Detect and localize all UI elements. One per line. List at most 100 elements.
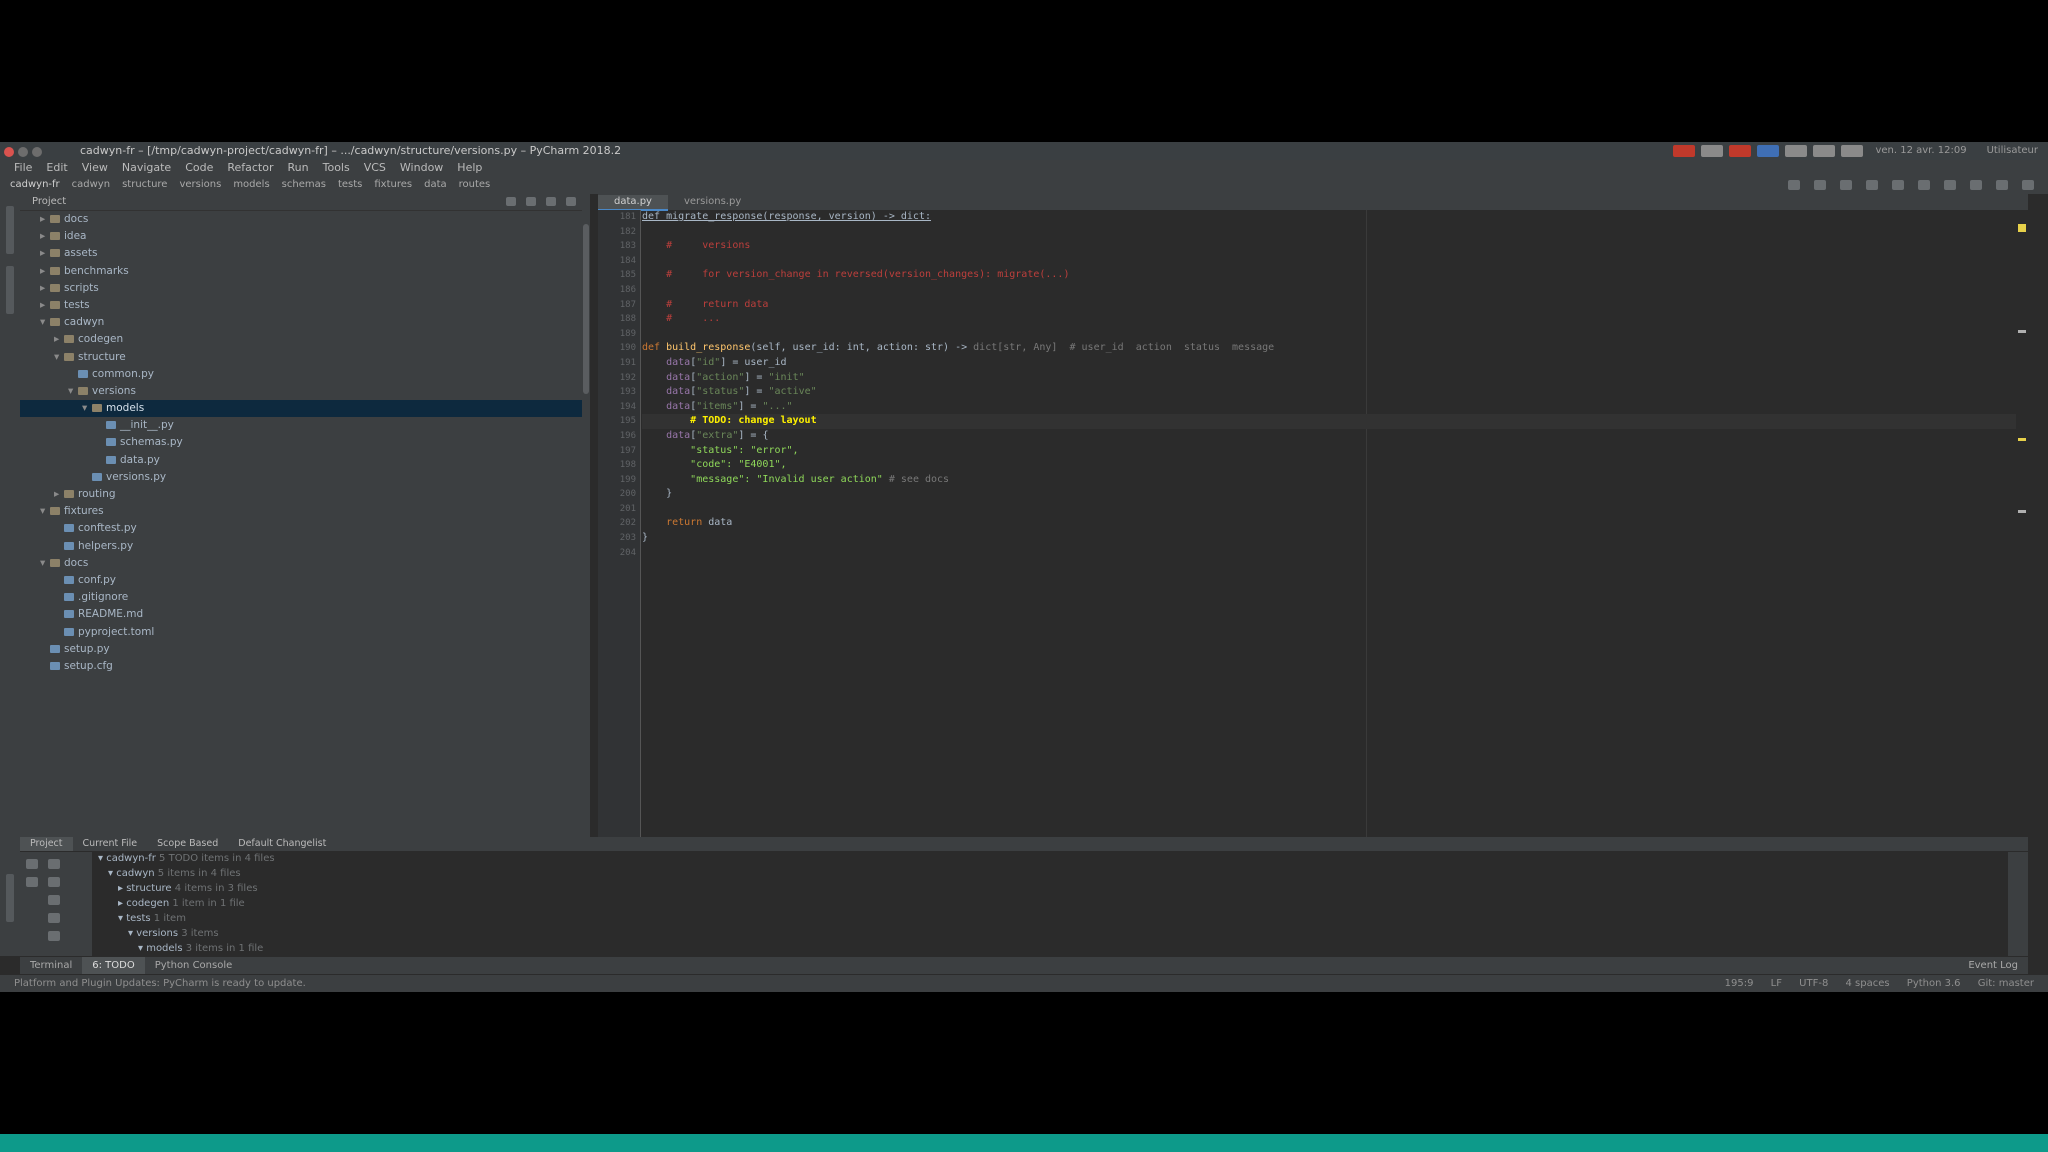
menu-refactor[interactable]: Refactor [227, 161, 273, 174]
tree-item[interactable]: common.py [20, 366, 590, 383]
code-line[interactable]: 200 } [620, 487, 2022, 502]
code-line[interactable]: 198 "code": "E4001", [620, 458, 2022, 473]
editor-tab[interactable]: data.py [598, 195, 668, 211]
preview-icon[interactable] [48, 931, 60, 941]
expand-arrow-icon[interactable]: ▸ [40, 297, 50, 314]
menu-code[interactable]: Code [185, 161, 213, 174]
next-icon[interactable] [48, 877, 60, 887]
code-line[interactable]: 181 def migrate_response(response, versio… [620, 210, 2022, 225]
expand-arrow-icon[interactable]: ▾ [82, 400, 92, 417]
error-stripe[interactable] [2016, 210, 2028, 837]
expand-arrow-icon[interactable]: ▸ [40, 211, 50, 228]
code-line[interactable]: 188 # ... [620, 312, 2022, 327]
project-toolwindow-button[interactable] [6, 206, 14, 254]
tree-item[interactable]: ▸ routing [20, 486, 590, 503]
tree-item[interactable]: ▸ assets [20, 245, 590, 262]
code-line[interactable]: 193 data["status"] = "active" [620, 385, 2022, 400]
code-line[interactable]: 186 [620, 283, 2022, 298]
locate-file-icon[interactable] [506, 197, 516, 206]
menu-help[interactable]: Help [457, 161, 482, 174]
expand-arrow-icon[interactable]: ▸ [54, 486, 64, 503]
vcs-branch[interactable]: Git: master [1978, 978, 2034, 989]
file-encoding[interactable]: UTF-8 [1799, 978, 1828, 989]
code-line[interactable]: 202 return data [620, 516, 2022, 531]
tree-item[interactable]: setup.py [20, 641, 590, 658]
expand-arrow-icon[interactable]: ▾ [68, 383, 78, 400]
menu-run[interactable]: Run [288, 161, 309, 174]
code-line[interactable]: 203} [620, 531, 2022, 546]
tree-item[interactable]: conftest.py [20, 520, 590, 537]
todo-group[interactable]: ▾ versions 3 items [92, 926, 2008, 941]
expand-arrow-icon[interactable]: ▾ [40, 555, 50, 572]
tree-item[interactable]: data.py [20, 452, 590, 469]
toolwindow-button[interactable]: Python Console [145, 957, 243, 975]
code-line[interactable]: 189 [620, 327, 2022, 342]
group-icon[interactable] [48, 913, 60, 923]
code-area[interactable]: 181 def migrate_response(response, versio… [620, 210, 2022, 837]
code-line[interactable]: 194 data["items"] = "..." [620, 400, 2022, 415]
code-line[interactable]: 187 # return data [620, 298, 2022, 313]
breadcrumb-item[interactable]: versions [179, 179, 221, 190]
search-icon[interactable] [2022, 180, 2034, 190]
todo-group[interactable]: ▾ cadwyn 5 items in 4 files [92, 866, 2008, 881]
settings-icon[interactable] [1996, 180, 2008, 190]
code-line[interactable]: 199 "message": "Invalid user action" # s… [620, 473, 2022, 488]
code-line[interactable]: 204 [620, 546, 2022, 561]
breadcrumb-item[interactable]: models [233, 179, 269, 190]
status-message[interactable]: Platform and Plugin Updates: PyCharm is … [14, 975, 306, 992]
project-scroll-thumb[interactable] [583, 224, 589, 394]
toolwindow-button[interactable]: Terminal [20, 957, 82, 975]
todo-tab[interactable]: Project [20, 837, 73, 851]
code-line[interactable]: 196 data["extra"] = { [620, 429, 2022, 444]
debug-icon[interactable] [1892, 180, 1904, 190]
tree-item[interactable]: ▸ docs [20, 211, 590, 228]
collapse-all-icon[interactable] [48, 859, 60, 869]
menu-edit[interactable]: Edit [46, 161, 67, 174]
breadcrumb-item[interactable]: data [424, 179, 447, 190]
todo-group[interactable]: ▾ models 3 items in 1 file [92, 941, 2008, 956]
caret-position[interactable]: 195:9 [1725, 978, 1754, 989]
notification-icon[interactable] [1673, 145, 1696, 157]
breadcrumb-item[interactable]: structure [122, 179, 167, 190]
chat-icon[interactable] [1701, 145, 1724, 157]
menu-view[interactable]: View [82, 161, 108, 174]
record-icon[interactable] [1729, 145, 1752, 157]
favorites-toolwindow-button[interactable] [6, 874, 14, 922]
tree-item[interactable]: ▸ benchmarks [20, 263, 590, 280]
system-clock[interactable]: ven. 12 avr. 12:09 [1875, 142, 1966, 160]
code-line[interactable]: 201 [620, 502, 2022, 517]
close-window-button[interactable] [4, 147, 14, 157]
forward-icon[interactable] [1814, 180, 1826, 190]
build-icon[interactable] [1840, 180, 1852, 190]
warning-marker[interactable] [2018, 224, 2026, 232]
code-line[interactable]: 183 # versions [620, 239, 2022, 254]
code-line[interactable]: 182 [620, 225, 2022, 240]
code-marker[interactable] [2018, 330, 2026, 333]
structure-toolwindow-button[interactable] [6, 266, 14, 314]
expand-arrow-icon[interactable]: ▸ [40, 228, 50, 245]
editor-tab[interactable]: versions.py [668, 194, 757, 210]
tree-item[interactable]: .gitignore [20, 589, 590, 606]
vcs-update-icon[interactable] [1944, 180, 1956, 190]
breadcrumb-item[interactable]: schemas [282, 179, 326, 190]
code-marker[interactable] [2018, 510, 2026, 513]
gear-icon[interactable] [546, 197, 556, 206]
breadcrumb-item[interactable]: tests [338, 179, 362, 190]
tree-item[interactable]: ▸ idea [20, 228, 590, 245]
project-scrollbar[interactable] [582, 194, 590, 837]
hide-icon[interactable] [566, 197, 576, 206]
menu-file[interactable]: File [14, 161, 32, 174]
tree-item[interactable]: ▾ cadwyn [20, 314, 590, 331]
maximize-window-button[interactable] [32, 147, 42, 157]
tree-item[interactable]: ▾ fixtures [20, 503, 590, 520]
code-line[interactable]: 195 # TODO: change layout [620, 414, 2022, 429]
menu-navigate[interactable]: Navigate [122, 161, 171, 174]
code-line[interactable]: 191 data["id"] = user_id [620, 356, 2022, 371]
previous-icon[interactable] [26, 877, 38, 887]
collapse-all-icon[interactable] [526, 197, 536, 206]
todo-group[interactable]: ▾ cadwyn-fr 5 TODO items in 4 files [92, 851, 2008, 866]
toolwindow-button[interactable]: 6: TODO [82, 957, 145, 975]
tree-item[interactable]: helpers.py [20, 538, 590, 555]
stop-icon[interactable] [1918, 180, 1930, 190]
tree-item[interactable]: __init__.py [20, 417, 590, 434]
